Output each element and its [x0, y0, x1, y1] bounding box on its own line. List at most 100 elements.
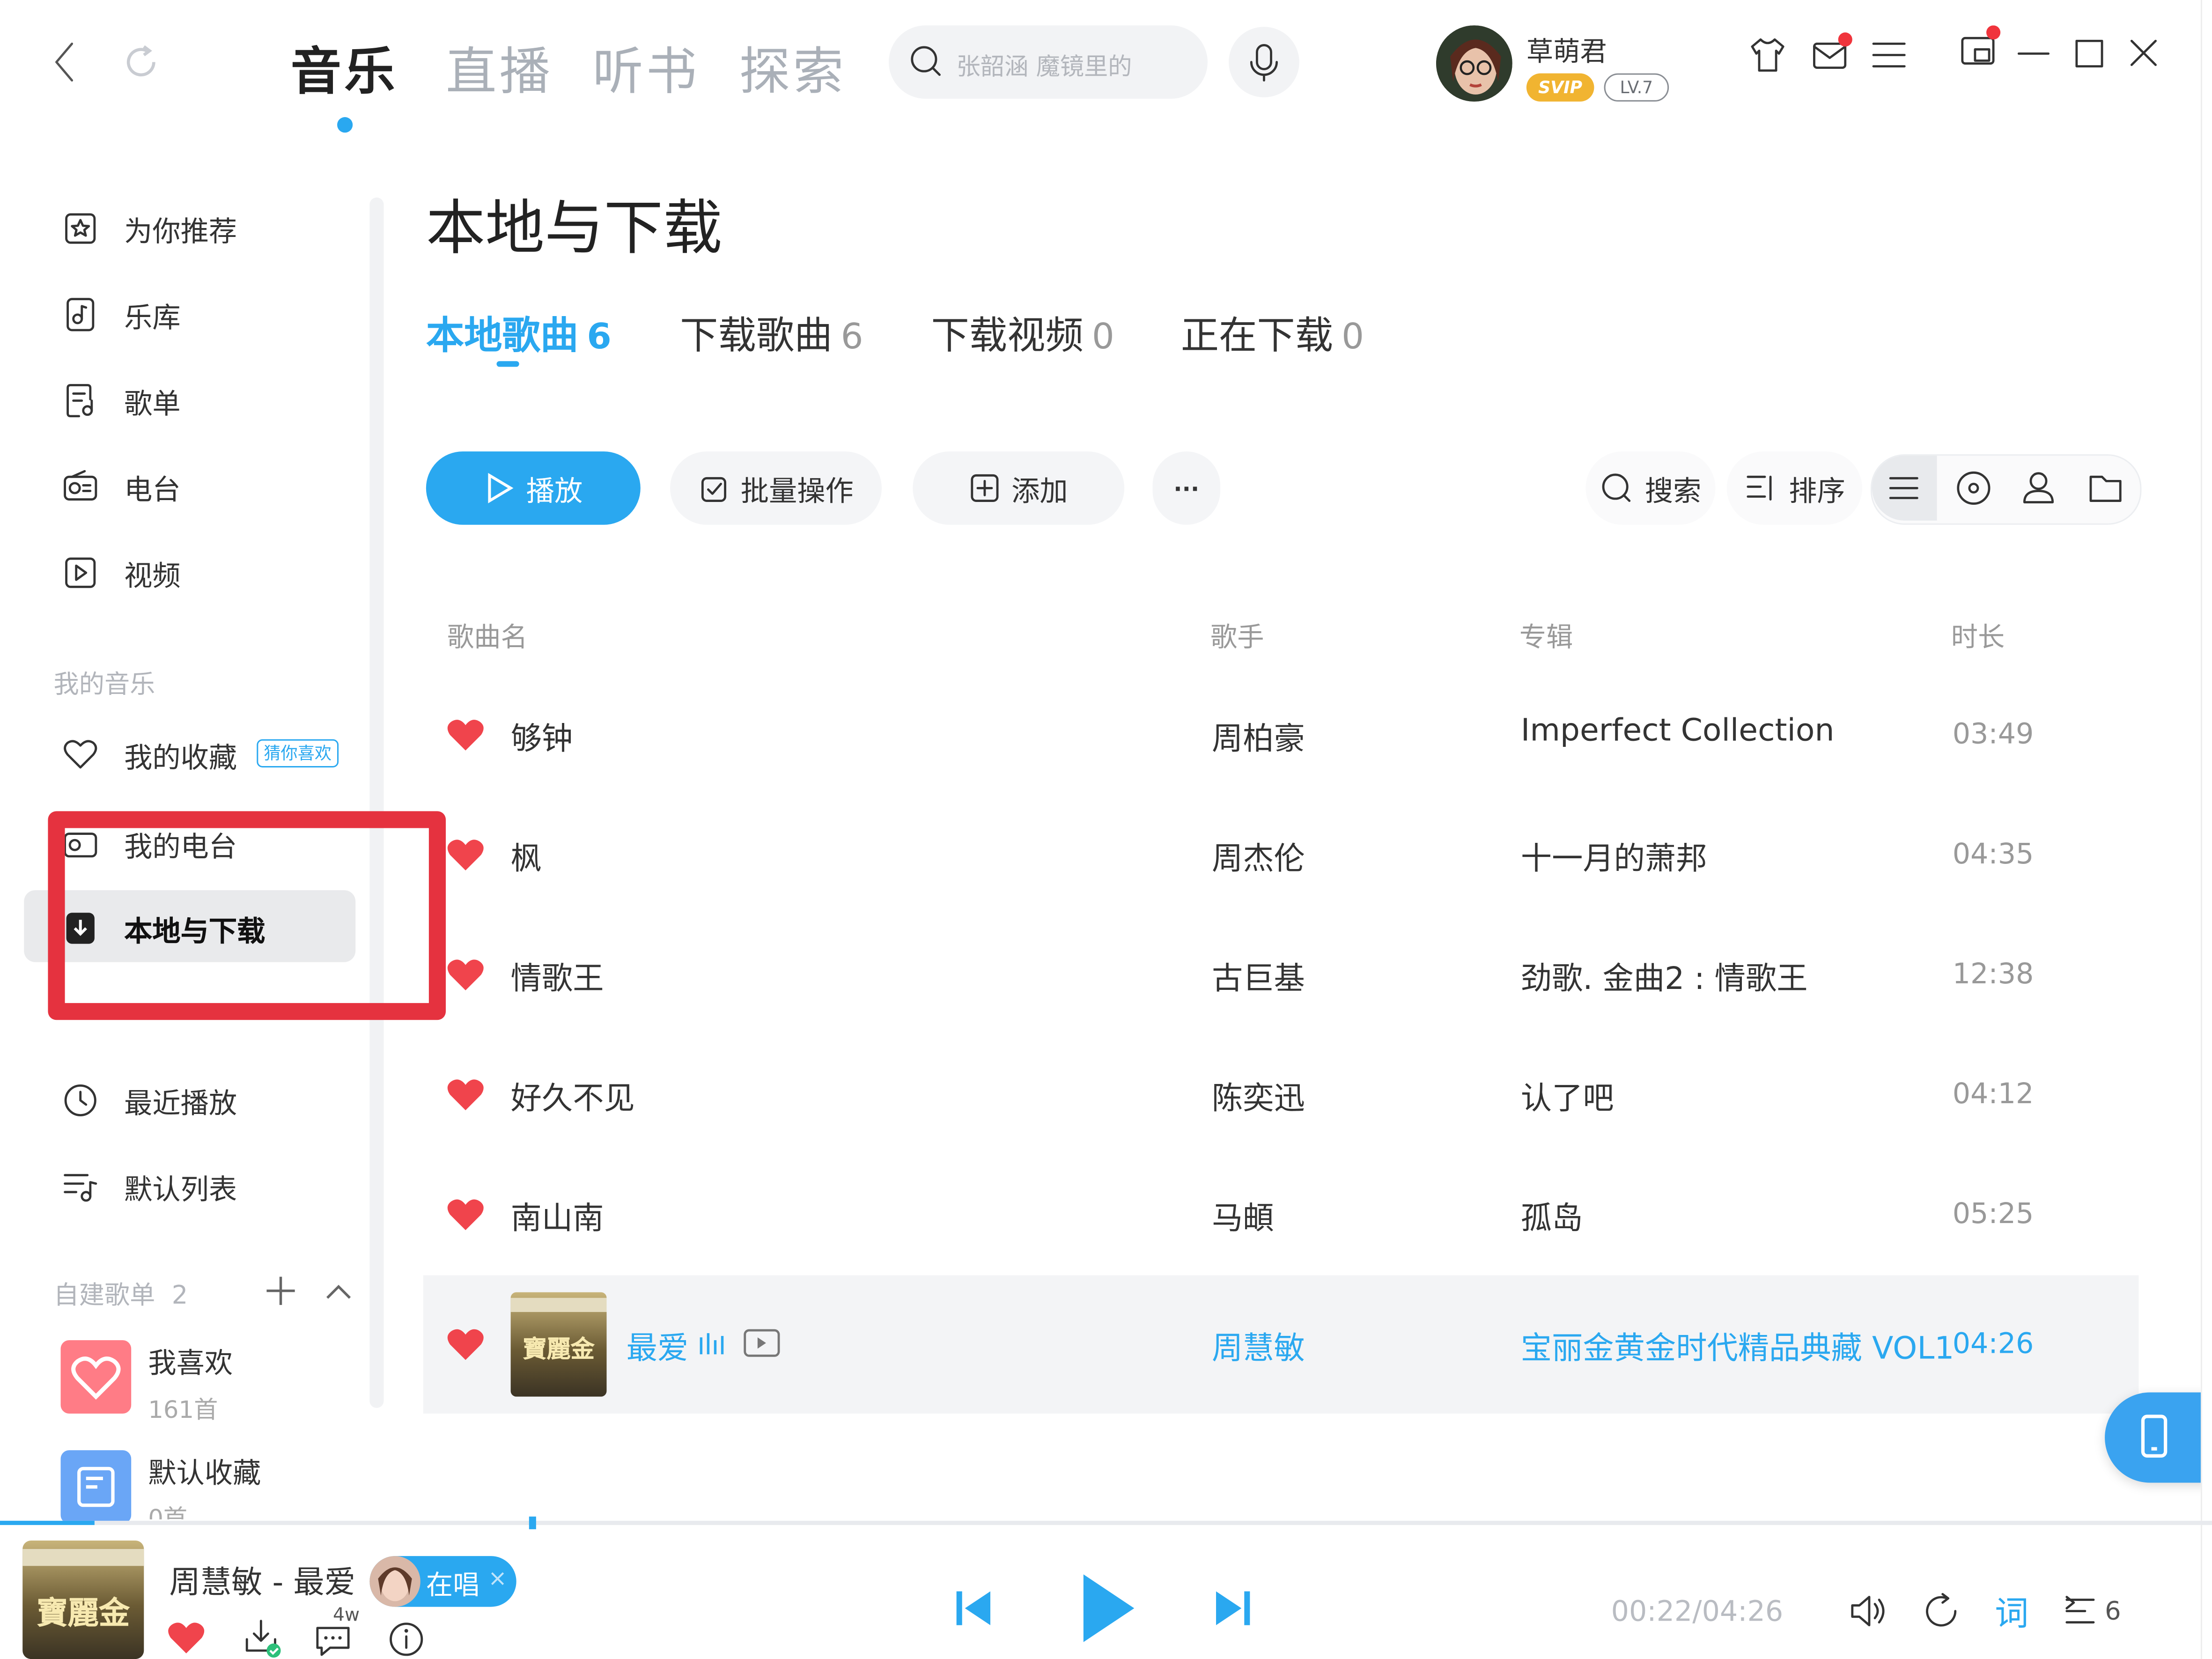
song-artist[interactable]: 周柏豪 — [1212, 714, 1305, 759]
play-all-button[interactable]: 播放 — [426, 451, 641, 525]
nav-tab-explore[interactable]: 探索 — [739, 31, 847, 104]
progress-track[interactable] — [0, 1516, 2212, 1529]
tab-downloaded-songs[interactable]: 下载歌曲 6 — [680, 305, 863, 360]
playlist-name[interactable]: 我喜欢 — [148, 1340, 233, 1381]
song-artist[interactable]: 周杰伦 — [1212, 834, 1305, 879]
song-album[interactable]: 宝丽金黄金时代精品典藏 VOL1 — [1521, 1323, 1954, 1368]
batch-operation-button[interactable]: 批量操作 — [670, 451, 882, 525]
lyrics-button[interactable]: 词 — [1995, 1585, 2028, 1635]
tab-downloading[interactable]: 正在下载 0 — [1181, 305, 1364, 360]
minimize-icon[interactable] — [2014, 34, 2054, 73]
view-folder-button[interactable] — [2074, 456, 2139, 521]
search-songs-button[interactable]: 搜索 — [1585, 451, 1716, 525]
view-album-button[interactable] — [1941, 456, 2006, 521]
playlist-cover-favorite[interactable] — [60, 1340, 132, 1414]
song-title[interactable]: 情歌王 — [511, 954, 604, 999]
volume-icon[interactable] — [1845, 1588, 1890, 1633]
song-artist[interactable]: 周慧敏 — [1212, 1323, 1305, 1368]
download-icon[interactable] — [243, 1617, 285, 1659]
table-row[interactable]: 枫 周杰伦 十一月的萧邦 04:35 — [423, 797, 2139, 910]
table-row[interactable]: 南山南 马頔 孤岛 05:25 — [423, 1157, 2139, 1269]
sidebar-item-default-list[interactable]: 默认列表 — [62, 1158, 237, 1215]
avatar[interactable] — [1436, 25, 1512, 102]
menu-icon[interactable] — [1868, 34, 1910, 76]
sort-button[interactable]: 排序 — [1726, 451, 1862, 525]
column-header-album[interactable]: 专辑 — [1519, 617, 1573, 655]
sidebar-item-favorites[interactable]: 我的收藏 — [62, 727, 237, 783]
heart-icon[interactable] — [167, 1620, 206, 1656]
next-track-icon[interactable] — [1208, 1580, 1258, 1637]
view-artist-button[interactable] — [2006, 456, 2071, 521]
column-header-title[interactable]: 歌曲名 — [447, 617, 528, 655]
view-list-button[interactable] — [1872, 456, 1937, 521]
user-name[interactable]: 草萌君 — [1526, 31, 1607, 69]
song-title[interactable]: 南山南 — [511, 1194, 604, 1239]
song-album[interactable]: Imperfect Collection — [1521, 714, 1835, 749]
now-playing-cover[interactable]: 寶麗金 — [22, 1540, 144, 1659]
collapse-icon[interactable] — [322, 1276, 355, 1309]
add-button[interactable]: 添加 — [913, 451, 1125, 525]
playlist-queue-icon[interactable] — [2063, 1591, 2105, 1630]
info-icon[interactable] — [387, 1620, 426, 1659]
live-singing-badge[interactable]: 在唱 × — [369, 1556, 516, 1607]
sidebar-item-radio[interactable]: 电台 — [62, 458, 181, 515]
previous-track-icon[interactable] — [948, 1580, 999, 1637]
nav-tab-music[interactable]: 音乐 — [291, 31, 398, 104]
phone-connect-button[interactable] — [2105, 1392, 2212, 1483]
skin-icon[interactable] — [1747, 34, 1789, 76]
search-box[interactable]: 张韶涵 魔镜里的 — [889, 25, 1208, 99]
repeat-icon[interactable] — [1918, 1588, 1963, 1633]
clock-icon — [64, 1084, 96, 1117]
column-header-duration[interactable]: 时长 — [1951, 617, 2005, 655]
now-playing-title[interactable]: 周慧敏 - 最爱 — [170, 1557, 356, 1602]
play-icon — [488, 472, 514, 503]
playlist-cover-default[interactable] — [60, 1450, 132, 1524]
close-small-icon[interactable]: × — [488, 1564, 507, 1591]
table-row[interactable]: 情歌王 古巨基 劲歌. 金曲2 : 情歌王 12:38 — [423, 917, 2139, 1030]
song-artist[interactable]: 陈奕迅 — [1212, 1074, 1305, 1119]
refresh-icon[interactable] — [121, 42, 161, 81]
song-title[interactable]: 好久不见 — [511, 1074, 635, 1119]
play-icon[interactable] — [1072, 1566, 1140, 1651]
add-playlist-icon[interactable] — [262, 1273, 299, 1309]
radio-icon — [64, 470, 97, 501]
sidebar-item-label: 我的收藏 — [124, 740, 237, 774]
disc-icon — [1957, 471, 1991, 505]
back-icon[interactable] — [48, 39, 81, 84]
song-title[interactable]: 枫 — [511, 834, 542, 879]
sidebar-item-playlists[interactable]: 歌单 — [62, 372, 181, 429]
progress-knob[interactable] — [529, 1516, 536, 1529]
tab-local-songs[interactable]: 本地歌曲 6 — [426, 305, 612, 360]
mini-mode-icon[interactable] — [1958, 25, 2006, 73]
sidebar-item-recommend[interactable]: 为你推荐 — [62, 200, 237, 257]
song-album[interactable]: 劲歌. 金曲2 : 情歌王 — [1521, 954, 1808, 999]
table-row-playing[interactable]: 寶麗金 最爱 周慧敏 宝丽金黄金时代精品典藏 VOL1 04:26 — [423, 1275, 2139, 1414]
mail-icon[interactable] — [1808, 31, 1853, 76]
song-title[interactable]: 够钟 — [511, 714, 573, 759]
album-cover[interactable]: 寶麗金 — [510, 1292, 607, 1397]
more-button[interactable]: ··· — [1152, 451, 1221, 525]
nav-tab-audiobook[interactable]: 听书 — [592, 31, 700, 104]
song-album[interactable]: 孤岛 — [1521, 1194, 1583, 1239]
tab-downloaded-videos[interactable]: 下载视频 0 — [931, 305, 1114, 360]
song-album[interactable]: 十一月的萧邦 — [1521, 834, 1707, 879]
search-icon — [908, 44, 945, 80]
table-row[interactable]: 够钟 周柏豪 Imperfect Collection 03:49 — [423, 677, 2139, 790]
song-album[interactable]: 认了吧 — [1521, 1074, 1614, 1119]
heart-icon — [447, 1329, 484, 1360]
song-title[interactable]: 最爱 — [627, 1323, 689, 1368]
sidebar-scrollbar[interactable] — [369, 197, 384, 1408]
maximize-icon[interactable] — [2070, 34, 2109, 73]
playlist-name[interactable]: 默认收藏 — [148, 1450, 261, 1491]
column-header-artist[interactable]: 歌手 — [1210, 617, 1264, 655]
nav-tab-live[interactable]: 直播 — [446, 31, 553, 104]
sidebar-item-recent[interactable]: 最近播放 — [62, 1072, 237, 1129]
song-artist[interactable]: 古巨基 — [1212, 954, 1305, 999]
sidebar-item-library[interactable]: 乐库 — [62, 287, 181, 343]
voice-search-button[interactable] — [1229, 27, 1299, 97]
close-icon[interactable] — [2124, 34, 2164, 73]
table-row[interactable]: 好久不见 陈奕迅 认了吧 04:12 — [423, 1037, 2139, 1150]
sidebar-item-video[interactable]: 视频 — [62, 545, 181, 601]
search-input[interactable]: 张韶涵 魔镜里的 — [957, 46, 1143, 81]
song-artist[interactable]: 马頔 — [1212, 1194, 1274, 1239]
